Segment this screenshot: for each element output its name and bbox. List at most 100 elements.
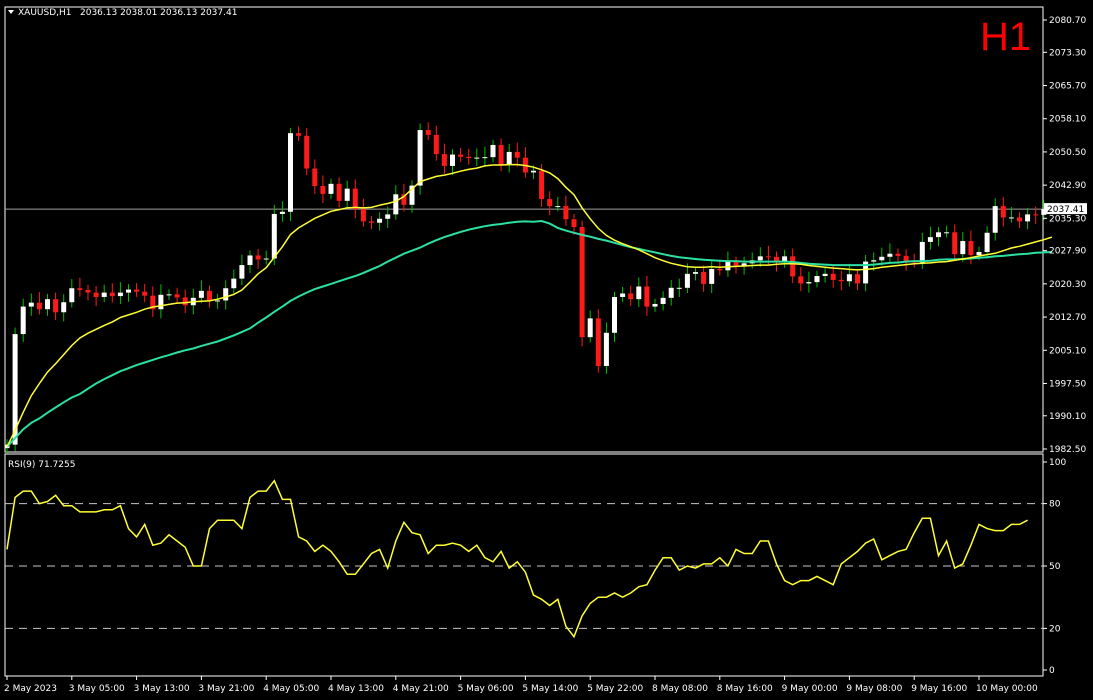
candle-body[interactable] [28,302,34,307]
candle-body[interactable] [61,302,67,313]
candle-body[interactable] [425,130,431,135]
candle-body[interactable] [952,232,958,255]
collapse-triangle-icon[interactable] [8,10,14,14]
candle-body[interactable] [620,293,626,297]
candle-body[interactable] [587,318,593,338]
candle-body[interactable] [595,318,601,366]
candle-body[interactable] [555,206,561,208]
candle-body[interactable] [450,154,455,166]
candle-body[interactable] [992,206,998,233]
candle-body[interactable] [263,258,269,260]
candle-body[interactable] [960,241,966,255]
candle-body[interactable] [612,296,617,333]
candles-group[interactable] [4,122,1047,454]
candle-body[interactable] [85,289,91,293]
candle-body[interactable] [895,253,901,256]
candle-body[interactable] [336,183,342,201]
candle-body[interactable] [644,286,650,307]
candle-body[interactable] [927,237,933,242]
candle-body[interactable] [879,256,885,261]
candle-body[interactable] [166,294,172,296]
candle-body[interactable] [628,293,634,300]
candle-body[interactable] [441,154,447,166]
candle-body[interactable] [433,134,439,155]
candle-body[interactable] [984,232,990,252]
candle-body[interactable] [757,256,763,261]
candle-body[interactable] [814,276,820,283]
candle-body[interactable] [279,211,285,214]
candle-body[interactable] [320,186,326,194]
candle-body[interactable] [636,286,642,300]
candle-body[interactable] [944,232,950,234]
candle-body[interactable] [531,170,536,173]
candle-body[interactable] [968,241,974,256]
candle-body[interactable] [482,157,488,159]
candle-body[interactable] [312,168,318,187]
candle-body[interactable] [207,290,212,301]
candle-body[interactable] [579,227,585,338]
candle-body[interactable] [822,273,828,277]
candle-body[interactable] [765,256,771,258]
candle-body[interactable] [684,273,690,288]
candle-body[interactable] [304,135,310,169]
candle-body[interactable] [417,130,423,186]
candle-body[interactable] [733,262,739,266]
candle-body[interactable] [182,297,188,306]
candle-body[interactable] [20,306,26,335]
candle-body[interactable] [855,274,860,284]
candle-body[interactable] [36,302,42,310]
candle-body[interactable] [709,269,715,284]
candle-body[interactable] [247,255,253,266]
candle-body[interactable] [360,209,366,222]
candle-body[interactable] [223,288,229,301]
candle-body[interactable] [790,256,796,277]
candle-body[interactable] [158,294,164,310]
candle-body[interactable] [498,144,504,165]
candle-body[interactable] [936,232,941,238]
candle-body[interactable] [126,289,131,293]
candle-body[interactable] [668,287,674,298]
candle-body[interactable] [101,292,107,297]
candle-body[interactable] [1000,206,1006,218]
candle-body[interactable] [296,133,302,136]
candle-body[interactable] [134,289,140,292]
candle-body[interactable] [474,157,480,159]
candle-body[interactable] [1025,214,1031,222]
candle-body[interactable] [288,133,293,212]
candle-body[interactable] [466,156,472,159]
candle-body[interactable] [603,332,609,366]
candle-body[interactable] [231,278,237,289]
candle-body[interactable] [919,241,925,263]
candle-body[interactable] [887,253,893,257]
candle-body[interactable] [660,297,666,304]
candle-body[interactable] [693,272,698,274]
candle-body[interactable] [846,274,852,282]
candle-body[interactable] [328,183,334,194]
candle-body[interactable] [717,269,723,271]
candle-body[interactable] [377,218,383,223]
candle-body[interactable] [393,194,399,215]
candle-body[interactable] [142,291,148,296]
candle-body[interactable] [93,292,99,297]
candle-body[interactable] [77,288,83,290]
candle-body[interactable] [701,272,707,284]
candle-body[interactable] [976,251,982,256]
candle-body[interactable] [385,214,391,219]
candle-body[interactable] [563,206,569,220]
candle-body[interactable] [45,299,50,310]
candle-body[interactable] [53,299,59,313]
candle-body[interactable] [109,292,115,297]
candle-body[interactable] [652,303,658,307]
rsi-panel[interactable] [5,479,1043,639]
candle-body[interactable] [806,282,812,284]
candle-body[interactable] [547,199,553,207]
candle-body[interactable] [490,144,496,158]
candle-body[interactable] [571,219,577,228]
candle-body[interactable] [255,255,261,260]
candle-body[interactable] [69,288,75,303]
candle-body[interactable] [117,292,123,297]
candle-body[interactable] [506,151,512,165]
candle-body[interactable] [1008,217,1014,219]
candle-body[interactable] [514,151,520,158]
candle-body[interactable] [539,170,545,200]
